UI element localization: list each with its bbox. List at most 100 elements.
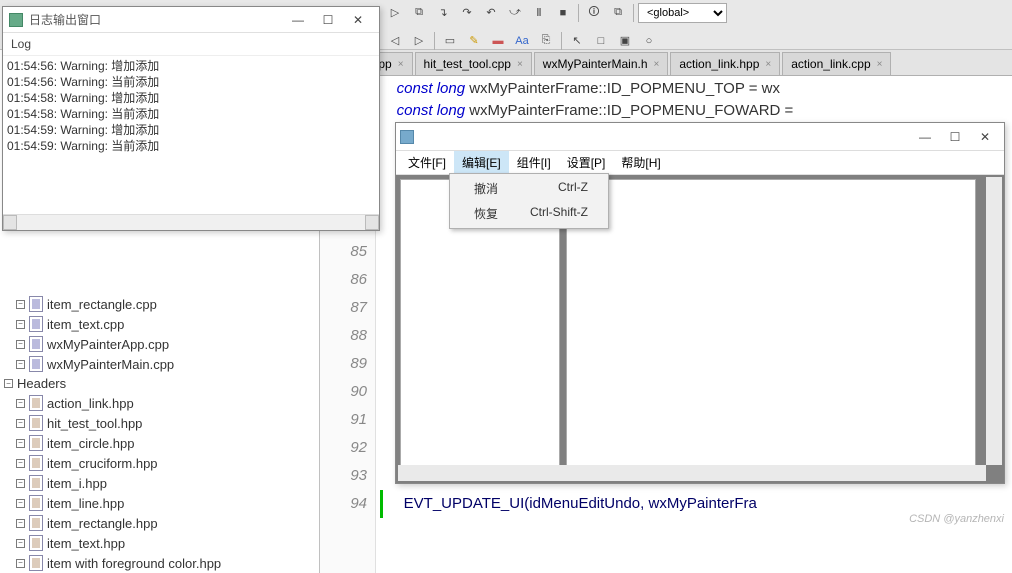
step-out-icon[interactable]: ↶: [480, 3, 502, 23]
hpp-file-icon: [29, 555, 43, 571]
scroll-right-icon[interactable]: [365, 215, 379, 230]
continue-icon[interactable]: ⤻: [504, 3, 526, 23]
highlight-icon[interactable]: ✎: [463, 31, 485, 51]
tab-label: wxMyPainterMain.h: [543, 57, 648, 71]
tab-close-icon[interactable]: ×: [398, 59, 404, 70]
tree-file[interactable]: −hit_test_tool.hpp: [0, 413, 319, 433]
tree-file[interactable]: −item_i.hpp: [0, 473, 319, 493]
file-label: item_line.hpp: [47, 496, 124, 511]
block-icon[interactable]: ▬: [487, 31, 509, 51]
log-window[interactable]: 日志输出窗口 — ☐ ✕ Log 01:54:56: Warning: 增加添加…: [2, 6, 380, 231]
collapse-icon[interactable]: −: [4, 379, 13, 388]
maximize-button[interactable]: ☐: [313, 9, 343, 31]
tab-label: action_link.hpp: [679, 57, 759, 71]
editor-tab[interactable]: action_link.hpp ×: [670, 52, 780, 75]
log-scrollbar-h[interactable]: [3, 214, 379, 230]
tab-close-icon[interactable]: ×: [654, 59, 660, 70]
minimize-button[interactable]: —: [910, 126, 940, 148]
menu-item[interactable]: 文件[F]: [400, 151, 454, 174]
cpp-file-icon: [29, 316, 43, 332]
painter-titlebar[interactable]: — ☐ ✕: [396, 123, 1004, 151]
menu-dropdown-item[interactable]: 恢复Ctrl-Shift-Z: [452, 201, 606, 226]
painter-scroll-h[interactable]: [398, 465, 986, 481]
expand-icon[interactable]: −: [16, 300, 25, 309]
expand-icon[interactable]: −: [16, 439, 25, 448]
edit-menu-dropdown[interactable]: 撤消Ctrl-Z恢复Ctrl-Shift-Z: [449, 173, 609, 229]
expand-icon[interactable]: −: [16, 320, 25, 329]
maximize-button[interactable]: ☐: [940, 126, 970, 148]
painter-scroll-v[interactable]: [986, 177, 1002, 465]
comment-icon[interactable]: ⎘: [535, 31, 557, 51]
menu-item[interactable]: 设置[P]: [559, 151, 614, 174]
tree-file[interactable]: −item_rectangle.cpp: [0, 294, 319, 314]
expand-icon[interactable]: −: [16, 539, 25, 548]
file-label: item_text.cpp: [47, 317, 124, 332]
painter-window[interactable]: — ☐ ✕ 文件[F]编辑[E]组件[I]设置[P]帮助[H] 撤消Ctrl-Z…: [395, 122, 1005, 484]
log-line: 01:54:59: Warning: 当前添加: [7, 138, 375, 154]
expand-icon[interactable]: −: [16, 419, 25, 428]
tree-file[interactable]: −item_cruciform.hpp: [0, 453, 319, 473]
menu-item[interactable]: 组件[I]: [509, 151, 559, 174]
hpp-file-icon: [29, 435, 43, 451]
stop-icon[interactable]: ■: [552, 3, 574, 23]
tab-close-icon[interactable]: ×: [877, 59, 883, 70]
box2-icon[interactable]: ▣: [614, 31, 636, 51]
expand-icon[interactable]: −: [16, 399, 25, 408]
scroll-left-icon[interactable]: [3, 215, 17, 230]
minimize-button[interactable]: —: [283, 9, 313, 31]
menu-action-label: 撤消: [474, 180, 498, 197]
log-line: 01:54:58: Warning: 当前添加: [7, 106, 375, 122]
tree-file[interactable]: − item_text.cpp: [0, 314, 319, 334]
nav-fwd-icon[interactable]: ▷: [408, 31, 430, 51]
circle-icon[interactable]: ○: [638, 31, 660, 51]
tree-file[interactable]: −item with foreground color.hpp: [0, 553, 319, 573]
pointer-icon[interactable]: ↖: [566, 31, 588, 51]
hpp-file-icon: [29, 415, 43, 431]
editor-tab[interactable]: hit_test_tool.cpp×: [415, 52, 532, 75]
step-over-icon[interactable]: ↷: [456, 3, 478, 23]
expand-icon[interactable]: −: [16, 559, 25, 568]
debug-window-icon[interactable]: ⧉: [607, 3, 629, 23]
canvas-right-pane[interactable]: [566, 179, 976, 469]
tree-file[interactable]: −wxMyPainterApp.cpp: [0, 334, 319, 354]
editor-tab[interactable]: action_link.cpp×: [782, 52, 891, 75]
tree-file[interactable]: − item_line.hpp: [0, 493, 319, 513]
menu-item[interactable]: 编辑[E]: [454, 151, 509, 174]
nav-back-icon[interactable]: ◁: [384, 31, 406, 51]
pause-icon[interactable]: Ⅱ: [528, 3, 550, 23]
menu-item[interactable]: 帮助[H]: [613, 151, 668, 174]
select-icon[interactable]: ▭: [439, 31, 461, 51]
close-button[interactable]: ✕: [343, 9, 373, 31]
expand-icon[interactable]: −: [16, 479, 25, 488]
tree-file[interactable]: −item_circle.hpp: [0, 433, 319, 453]
step-icon[interactable]: ⧉: [408, 3, 430, 23]
hpp-file-icon: [29, 495, 43, 511]
cpp-file-icon: [29, 336, 43, 352]
headers-folder[interactable]: − Headers: [0, 374, 319, 393]
expand-icon[interactable]: −: [16, 499, 25, 508]
log-body[interactable]: 01:54:56: Warning: 增加添加01:54:56: Warning…: [3, 56, 379, 214]
expand-icon[interactable]: −: [16, 340, 25, 349]
expand-icon[interactable]: −: [16, 519, 25, 528]
run-icon[interactable]: ▷: [384, 3, 406, 23]
text-aa-icon[interactable]: Aa: [511, 31, 533, 51]
log-line: 01:54:59: Warning: 增加添加: [7, 122, 375, 138]
step-into-icon[interactable]: ↴: [432, 3, 454, 23]
file-label: item_text.hpp: [47, 536, 125, 551]
tree-file[interactable]: −wxMyPainterMain.cpp: [0, 354, 319, 374]
tab-close-icon[interactable]: ×: [517, 59, 523, 70]
scope-select[interactable]: <global>: [638, 3, 727, 23]
close-button[interactable]: ✕: [970, 126, 1000, 148]
expand-icon[interactable]: −: [16, 360, 25, 369]
menu-dropdown-item[interactable]: 撤消Ctrl-Z: [452, 176, 606, 201]
tree-file[interactable]: − item_text.hpp: [0, 533, 319, 553]
painter-menubar[interactable]: 文件[F]编辑[E]组件[I]设置[P]帮助[H]: [396, 151, 1004, 175]
tree-file[interactable]: −item_rectangle.hpp: [0, 513, 319, 533]
tree-file[interactable]: −action_link.hpp: [0, 393, 319, 413]
editor-tab[interactable]: wxMyPainterMain.h ×: [534, 52, 669, 75]
log-titlebar[interactable]: 日志输出窗口 — ☐ ✕: [3, 7, 379, 33]
debug-info-icon[interactable]: 🛈: [583, 3, 605, 23]
box-icon[interactable]: □: [590, 31, 612, 51]
expand-icon[interactable]: −: [16, 459, 25, 468]
tab-close-icon[interactable]: ×: [765, 59, 771, 70]
